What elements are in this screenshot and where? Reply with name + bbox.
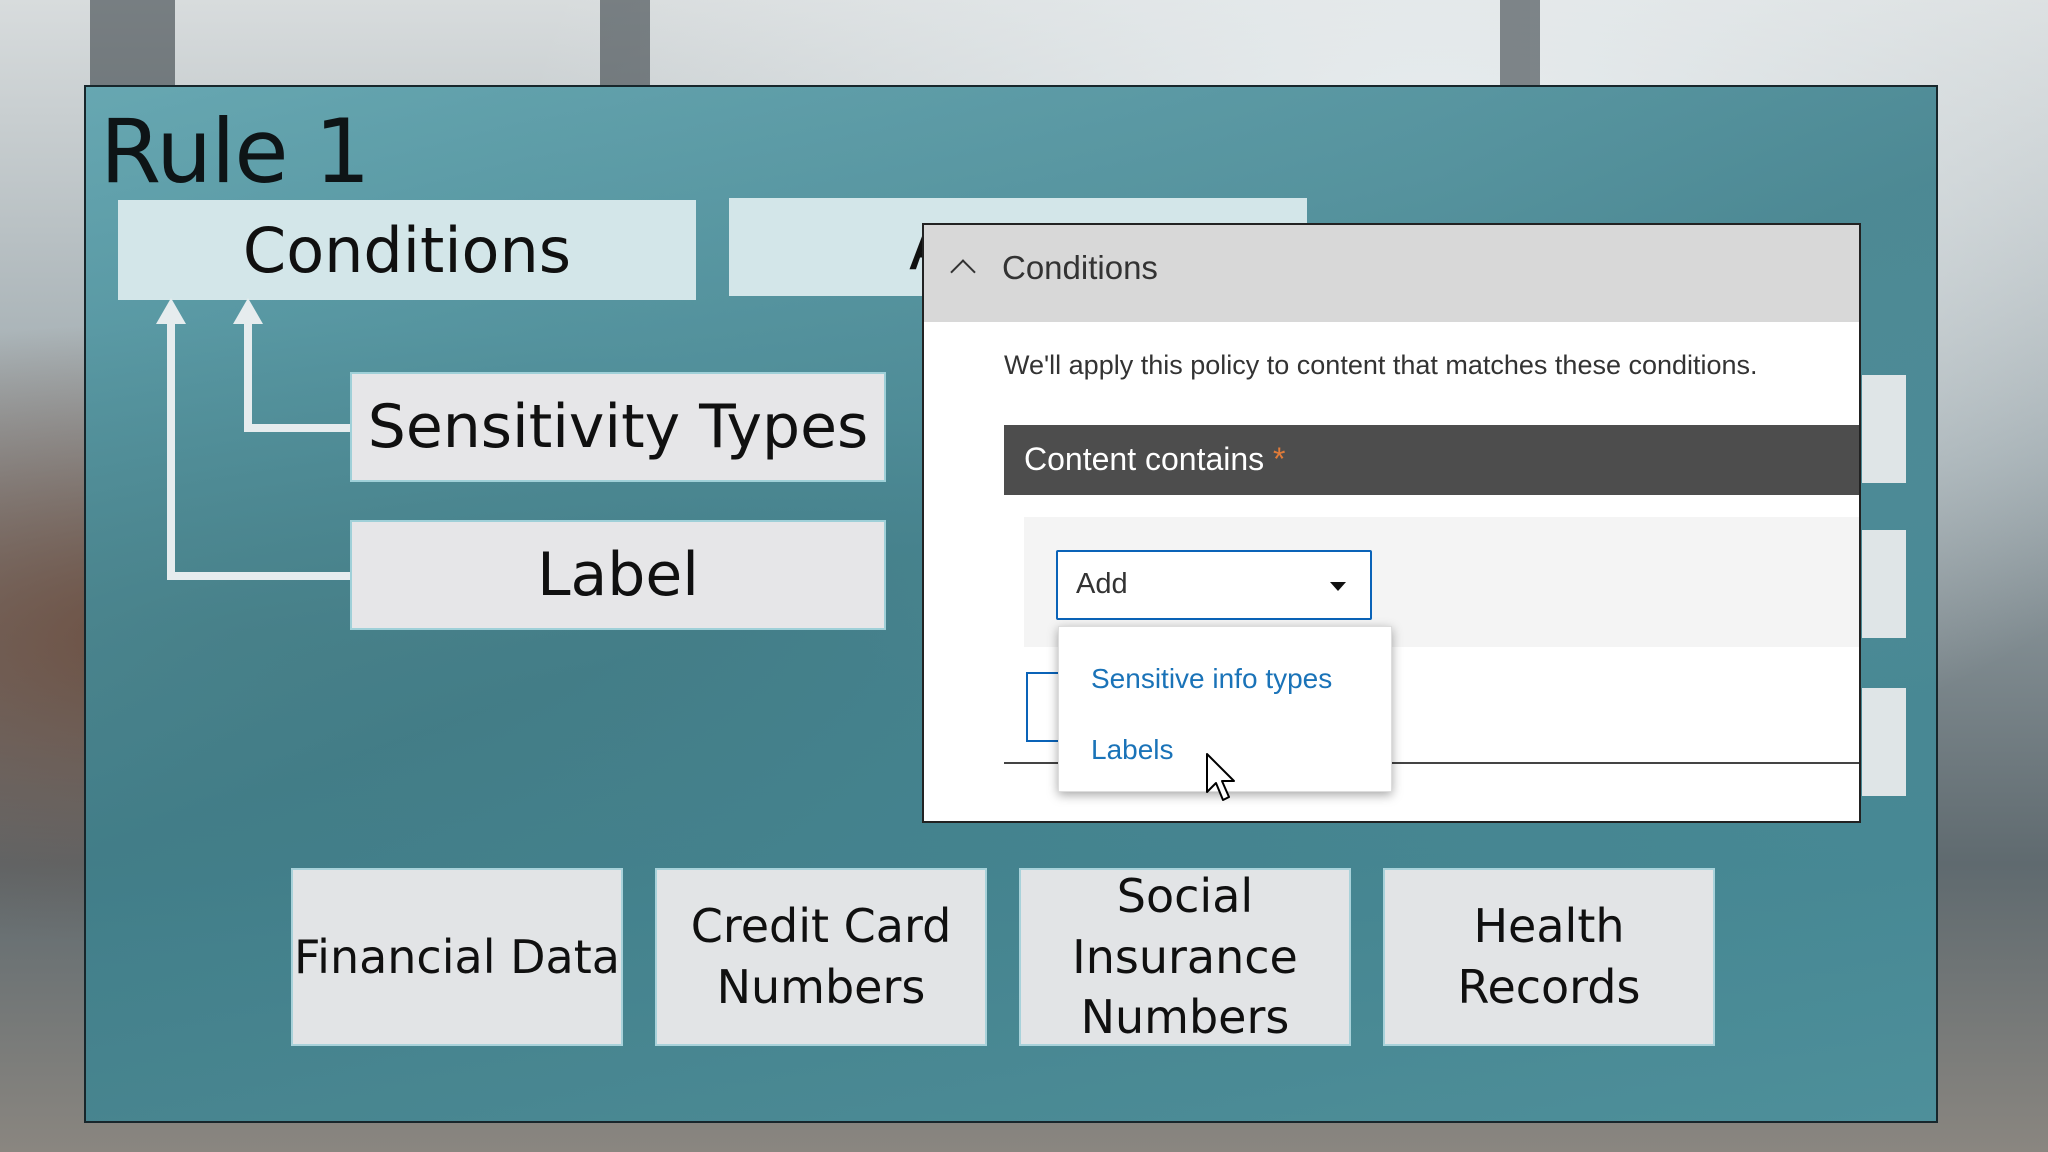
arrow-connector: [167, 318, 175, 580]
chevron-up-icon[interactable]: [950, 259, 976, 285]
background-window-frame: [90, 0, 175, 85]
side-tab: [1862, 530, 1906, 638]
conditions-header[interactable]: Conditions: [924, 225, 1859, 322]
credit-card-numbers-box: Credit Card Numbers: [655, 868, 987, 1046]
social-insurance-numbers-box: Social Insurance Numbers: [1019, 868, 1351, 1046]
mouse-cursor-icon: [1206, 753, 1235, 801]
conditions-description: We'll apply this policy to content that …: [1004, 350, 1758, 380]
label-box: Label: [350, 520, 886, 630]
health-records-box: Health Records: [1383, 868, 1715, 1046]
caret-down-icon: [1330, 582, 1346, 591]
arrow-connector: [167, 572, 352, 580]
add-dropdown[interactable]: Add: [1056, 550, 1372, 620]
financial-data-box: Financial Data: [291, 868, 623, 1046]
slide-title: Rule 1: [100, 100, 371, 203]
menu-item-labels[interactable]: Labels: [1091, 734, 1174, 766]
side-tab: [1862, 688, 1906, 796]
menu-item-sensitive-info-types[interactable]: Sensitive info types: [1091, 663, 1332, 695]
background-window-frame: [600, 0, 650, 85]
sensitivity-types-box: Sensitivity Types: [350, 372, 886, 482]
arrow-connector: [244, 424, 352, 432]
required-marker: *: [1273, 441, 1286, 477]
content-contains-bar: Content contains *: [1004, 425, 1859, 495]
conditions-dialog: Conditions We'll apply this policy to co…: [922, 223, 1861, 823]
background-window-frame: [1500, 0, 1540, 85]
conditions-box: Conditions: [118, 200, 696, 300]
arrow-connector: [244, 318, 252, 432]
arrow-head-icon: [156, 298, 186, 324]
content-contains-label: Content contains *: [1024, 441, 1286, 477]
side-tab: [1862, 375, 1906, 483]
conditions-header-title: Conditions: [1002, 249, 1158, 286]
arrow-head-icon: [233, 298, 263, 324]
add-dropdown-value: Add: [1076, 568, 1128, 600]
